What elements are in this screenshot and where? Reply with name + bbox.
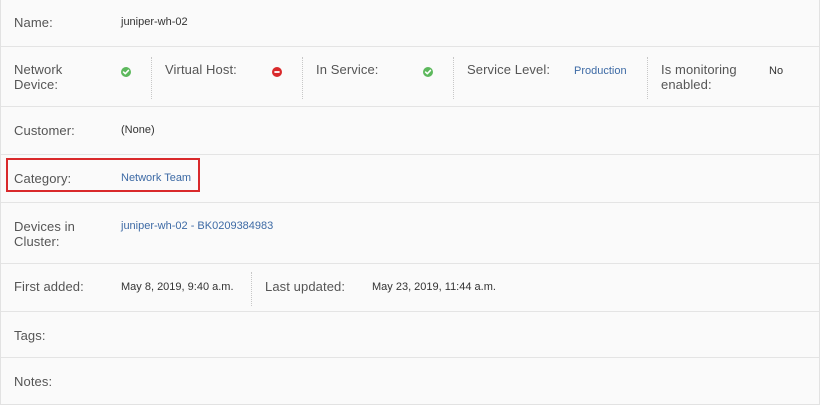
notes-label: Notes: xyxy=(14,374,53,389)
last-updated-value: May 23, 2019, 11:44 a.m. xyxy=(372,281,496,293)
yes-icon xyxy=(423,67,433,77)
last-updated-label: Last updated: xyxy=(265,279,346,294)
monitoring-label-line2: enabled: xyxy=(661,77,712,92)
service-level-label: Service Level: xyxy=(467,62,551,77)
dates-divider xyxy=(251,272,252,306)
dates-row: First added: May 8, 2019, 9:40 a.m. Last… xyxy=(1,264,819,312)
network-device-label-line1: Network xyxy=(14,62,63,77)
customer-row: Customer: (None) xyxy=(1,107,819,155)
tags-label: Tags: xyxy=(14,328,46,343)
monitoring-value: No xyxy=(769,65,784,77)
virtual-host-label: Virtual Host: xyxy=(165,62,237,77)
cluster-row: Devices in Cluster: juniper-wh-02 - BK02… xyxy=(1,203,819,264)
service-level-link[interactable]: Production xyxy=(574,65,627,78)
name-row: Name: juniper-wh-02 xyxy=(1,0,819,47)
flags-row: Network Device: Virtual Host: In Service… xyxy=(1,47,819,107)
flags-divider-2 xyxy=(302,57,303,99)
device-details-panel: Name: juniper-wh-02 Network Device: Virt… xyxy=(0,0,820,405)
flags-divider-3 xyxy=(453,57,454,99)
monitoring-label-line1: Is monitoring xyxy=(661,62,737,77)
category-highlight-box xyxy=(6,158,200,192)
name-value: juniper-wh-02 xyxy=(121,16,188,28)
in-service-label: In Service: xyxy=(316,62,379,77)
customer-label: Customer: xyxy=(14,123,75,138)
name-label: Name: xyxy=(14,15,53,30)
cluster-label-line1: Devices in xyxy=(14,219,75,234)
cluster-label: Devices in Cluster: xyxy=(14,219,75,249)
monitoring-label: Is monitoring enabled: xyxy=(661,62,737,92)
no-icon xyxy=(272,67,282,77)
yes-icon xyxy=(121,67,131,77)
first-added-value: May 8, 2019, 9:40 a.m. xyxy=(121,281,234,293)
flags-divider-4 xyxy=(647,57,648,99)
network-device-label: Network Device: xyxy=(14,62,62,92)
cluster-device-link[interactable]: juniper-wh-02 - BK0209384983 xyxy=(121,220,273,233)
first-added-label: First added: xyxy=(14,279,84,294)
cluster-label-line2: Cluster: xyxy=(14,234,60,249)
network-device-label-line2: Device: xyxy=(14,77,59,92)
customer-value: (None) xyxy=(121,124,155,136)
notes-row: Notes: xyxy=(1,358,819,405)
tags-row: Tags: xyxy=(1,312,819,358)
flags-divider-1 xyxy=(151,57,152,99)
